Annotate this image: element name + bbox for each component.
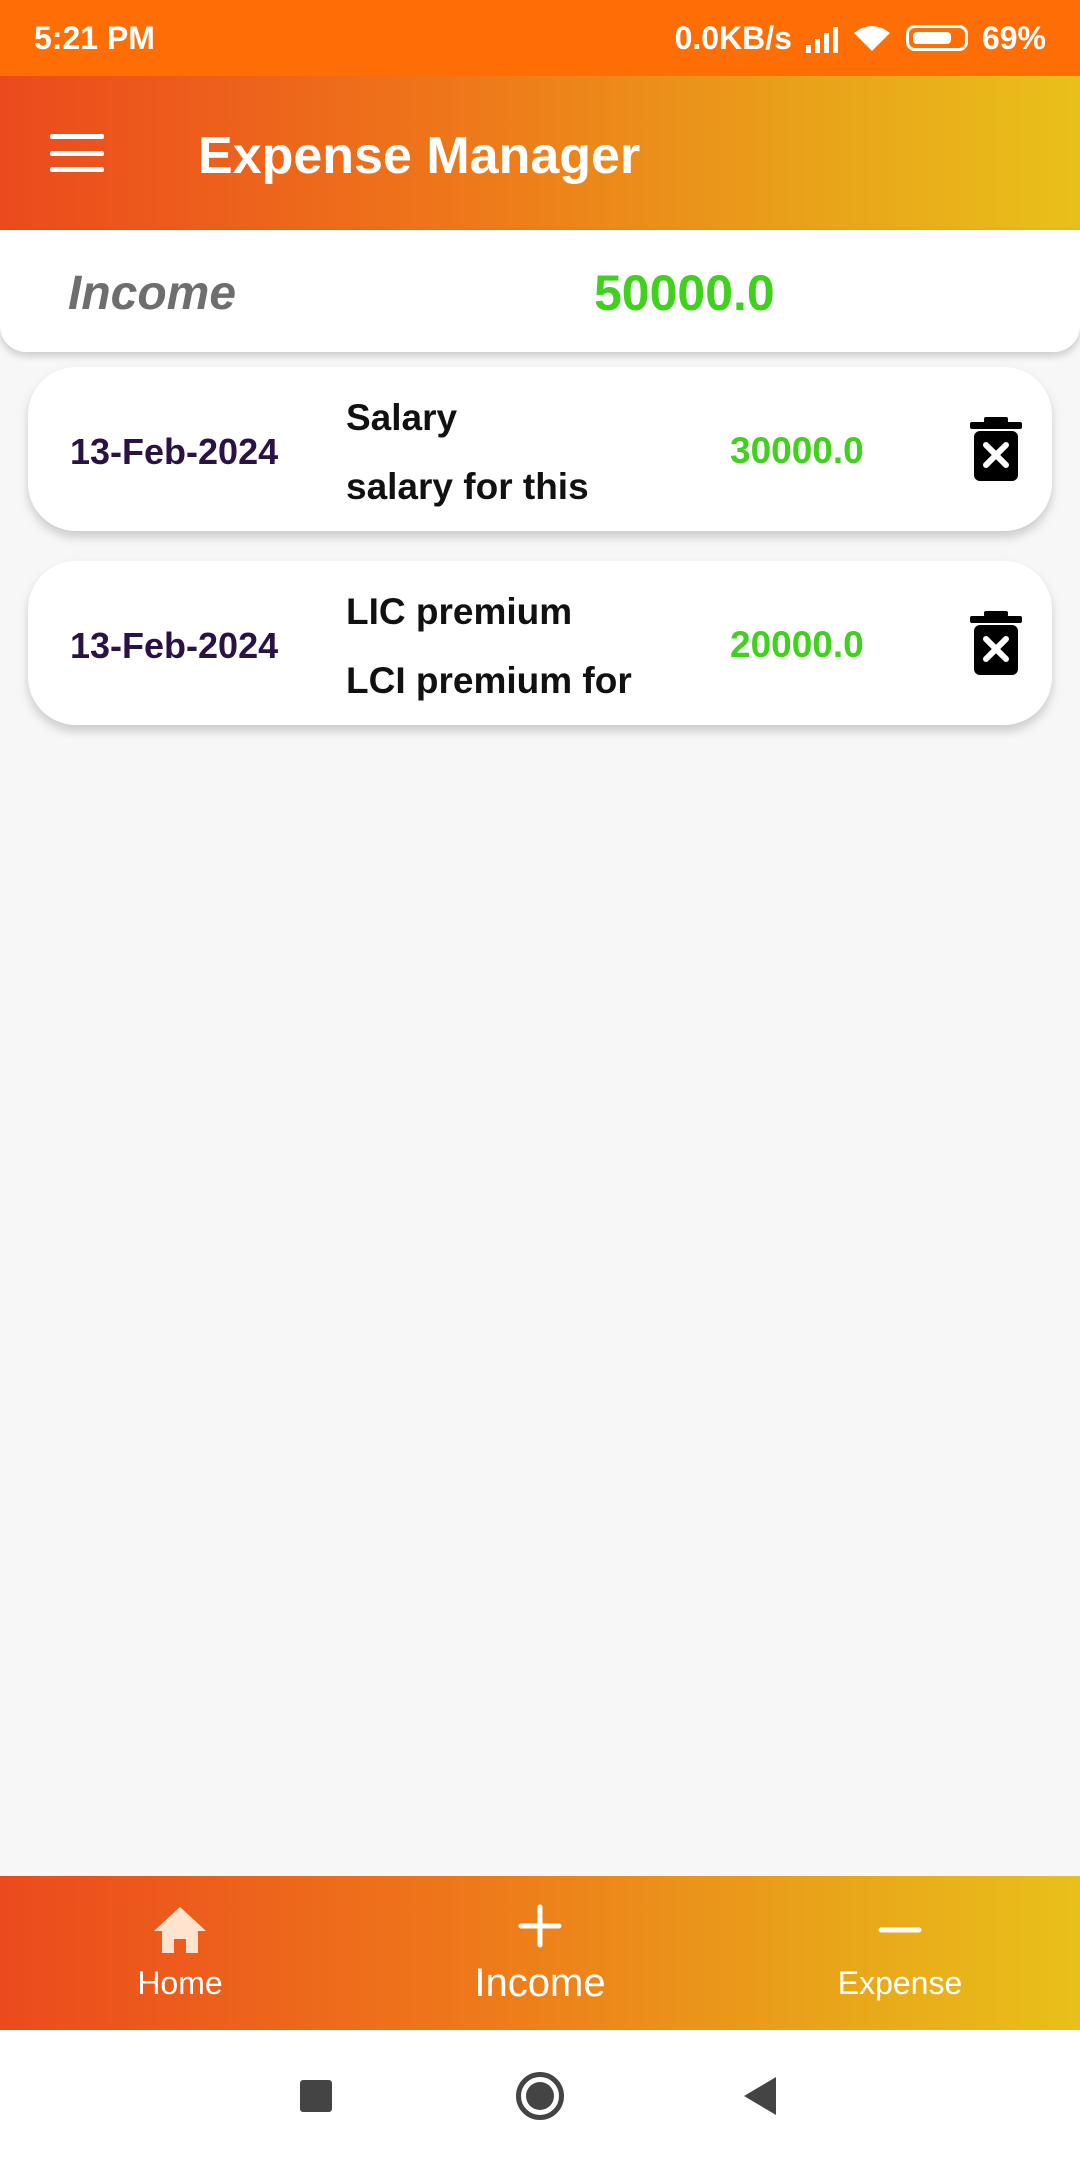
- entry-title: Salary: [346, 397, 458, 438]
- home-button-icon[interactable]: [516, 2072, 564, 2120]
- menu-icon[interactable]: [50, 134, 104, 172]
- app-bar: Expense Manager: [0, 76, 1080, 230]
- back-icon[interactable]: [744, 2077, 776, 2115]
- plus-icon: [518, 1904, 562, 1947]
- summary-total: 50000.0: [594, 265, 775, 321]
- nav-income[interactable]: Income: [360, 1876, 720, 2030]
- page-title: Expense Manager: [198, 127, 641, 185]
- entry-description: salary for this: [346, 466, 589, 507]
- summary-label: Income: [68, 267, 237, 320]
- entry-date: 13-Feb-2024: [70, 625, 279, 666]
- signal-icon: [805, 23, 838, 53]
- network-speed: 0.0KB/s: [674, 19, 792, 56]
- income-entry-card[interactable]: 13-Feb-2024 Salary salary for this 30000…: [28, 367, 1052, 531]
- minus-icon: [878, 1927, 922, 1932]
- battery-percent: 69%: [981, 19, 1046, 56]
- income-summary-card: Income 50000.0: [0, 230, 1080, 352]
- entry-amount: 30000.0: [730, 430, 864, 471]
- entry-title: LIC premium: [346, 591, 573, 632]
- system-navigation-bar: [0, 2030, 1080, 2160]
- status-bar: 5:21 PM 0.0KB/s 69%: [0, 0, 1080, 76]
- status-indicators: 0.0KB/s 69%: [675, 20, 1046, 57]
- recents-icon[interactable]: [300, 2080, 332, 2112]
- nav-expense-label: Expense: [837, 1964, 963, 2001]
- nav-expense[interactable]: Expense: [720, 1876, 1080, 2030]
- battery-icon: [905, 25, 968, 51]
- home-icon: [154, 1906, 206, 1953]
- bottom-navigation: Home Income Expense: [0, 1876, 1080, 2030]
- nav-home[interactable]: Home: [0, 1876, 360, 2030]
- wifi-icon: [853, 26, 890, 51]
- status-time: 5:21 PM: [34, 19, 155, 56]
- entry-amount: 20000.0: [730, 624, 864, 665]
- income-entry-card[interactable]: 13-Feb-2024 LIC premium LCI premium for …: [28, 561, 1052, 725]
- nav-income-label: Income: [474, 1960, 606, 2005]
- entry-date: 13-Feb-2024: [70, 431, 279, 472]
- entry-description: LCI premium for: [346, 660, 632, 701]
- delete-icon[interactable]: [968, 611, 1024, 675]
- delete-icon[interactable]: [968, 417, 1024, 481]
- nav-home-label: Home: [137, 1964, 223, 2001]
